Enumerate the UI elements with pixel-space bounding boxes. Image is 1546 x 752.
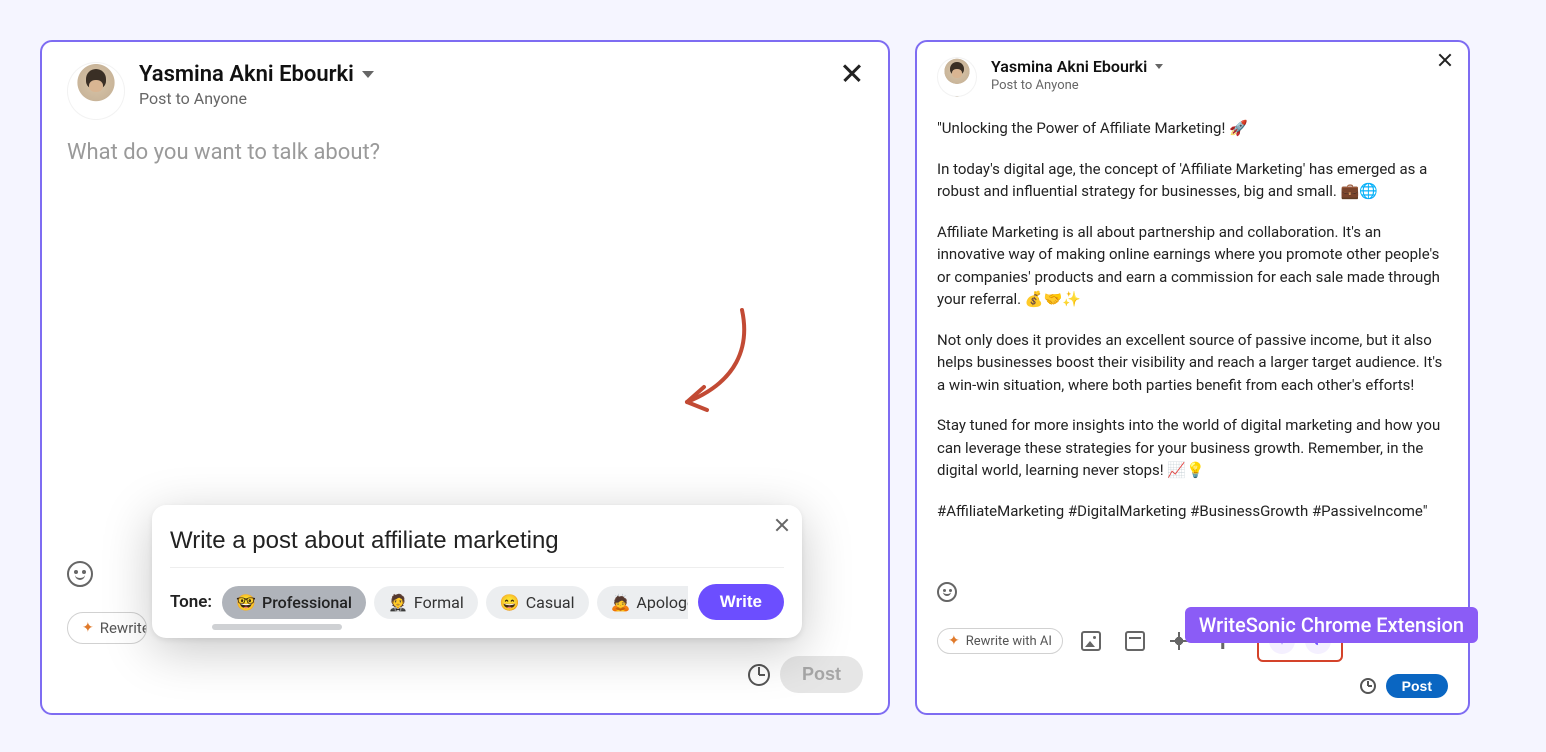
schedule-icon[interactable] <box>1360 678 1376 694</box>
user-info: Yasmina Akni Ebourki Post to Anyone <box>991 57 1163 93</box>
post-button: Post <box>780 656 863 693</box>
user-name: Yasmina Akni Ebourki <box>991 57 1147 76</box>
post-visibility[interactable]: Post to Anyone <box>139 89 374 108</box>
chevron-down-icon <box>362 71 374 78</box>
post-paragraph: In today's digital age, the concept of '… <box>937 158 1448 203</box>
post-paragraph: "Unlocking the Power of Affiliate Market… <box>937 117 1448 140</box>
tone-label: Tone: <box>170 592 212 612</box>
ai-prompt-popup: Tone: 🤓 Professional 🤵 Formal 😄 Casual 🙇 Apolog… <box>152 505 802 638</box>
tone-text: Formal <box>414 593 464 612</box>
compose-header: Yasmina Akni Ebourki Post to Anyone <box>67 62 863 120</box>
emoji-icon[interactable] <box>937 582 957 602</box>
tone-row: Tone: 🤓 Professional 🤵 Formal 😄 Casual 🙇 Apolog… <box>170 584 784 620</box>
compose-placeholder: What do you want to talk about? <box>67 140 380 165</box>
emoji-icon[interactable] <box>67 561 93 587</box>
author-select[interactable]: Yasmina Akni Ebourki <box>139 62 374 87</box>
tone-emoji: 🤵 <box>388 593 408 612</box>
post-paragraph: Affiliate Marketing is all about partner… <box>937 221 1448 311</box>
write-button[interactable]: Write <box>698 584 784 620</box>
compose-header: Yasmina Akni Ebourki Post to Anyone <box>937 57 1448 97</box>
close-button[interactable] <box>1437 52 1453 68</box>
writesonic-badge: WriteSonic Chrome Extension <box>1185 607 1478 643</box>
calendar-icon[interactable] <box>1125 631 1145 651</box>
tone-chips: 🤓 Professional 🤵 Formal 😄 Casual 🙇 Apologetic <box>222 586 688 619</box>
popup-close-button[interactable] <box>774 517 790 533</box>
user-info: Yasmina Akni Ebourki Post to Anyone <box>139 62 374 108</box>
schedule-icon[interactable] <box>748 664 770 686</box>
author-select[interactable]: Yasmina Akni Ebourki <box>991 57 1163 76</box>
post-paragraph: Stay tuned for more insights into the wo… <box>937 414 1448 482</box>
tone-scrollbar[interactable] <box>212 624 342 630</box>
avatar <box>67 62 125 120</box>
compose-textarea[interactable]: What do you want to talk about? <box>67 120 863 561</box>
rewrite-with-ai-button[interactable]: ✦ Rewrite with AI <box>937 628 1063 654</box>
chevron-down-icon <box>1155 64 1163 69</box>
post-visibility[interactable]: Post to Anyone <box>991 78 1163 93</box>
generated-post-content[interactable]: "Unlocking the Power of Affiliate Market… <box>937 97 1448 574</box>
tone-emoji: 😄 <box>500 593 520 612</box>
avatar <box>937 57 977 97</box>
compose-panel-right: Yasmina Akni Ebourki Post to Anyone "Unl… <box>915 40 1470 715</box>
tone-emoji: 🙇 <box>611 593 631 612</box>
image-icon[interactable] <box>1081 631 1101 651</box>
compose-footer: Post <box>67 656 863 693</box>
tone-chip-professional[interactable]: 🤓 Professional <box>222 586 366 619</box>
compose-panel-left: Yasmina Akni Ebourki Post to Anyone What… <box>40 40 890 715</box>
tone-chip-apologetic[interactable]: 🙇 Apologetic <box>597 586 688 619</box>
tone-text: Casual <box>526 593 575 612</box>
tone-emoji: 🤓 <box>236 593 256 612</box>
post-paragraph: Not only does it provides an excellent s… <box>937 329 1448 397</box>
rewrite-with-ai-button[interactable]: ✦ Rewrite with AI <box>67 612 147 644</box>
rewrite-label: Rewrite with AI <box>966 634 1052 649</box>
close-button[interactable] <box>841 62 863 84</box>
compose-footer: Post <box>937 674 1448 698</box>
tone-chip-casual[interactable]: 😄 Casual <box>486 586 589 619</box>
user-name: Yasmina Akni Ebourki <box>139 62 354 87</box>
sparkle-icon: ✦ <box>948 633 960 649</box>
sparkle-icon: ✦ <box>82 620 94 636</box>
ai-prompt-input[interactable] <box>170 523 784 568</box>
tone-text: Professional <box>262 593 352 612</box>
rewrite-label: Rewrite with AI <box>100 619 147 637</box>
tone-chip-formal[interactable]: 🤵 Formal <box>374 586 478 619</box>
post-paragraph: #AffiliateMarketing #DigitalMarketing #B… <box>937 500 1448 523</box>
tone-text: Apologetic <box>636 593 687 612</box>
post-button[interactable]: Post <box>1386 674 1448 698</box>
